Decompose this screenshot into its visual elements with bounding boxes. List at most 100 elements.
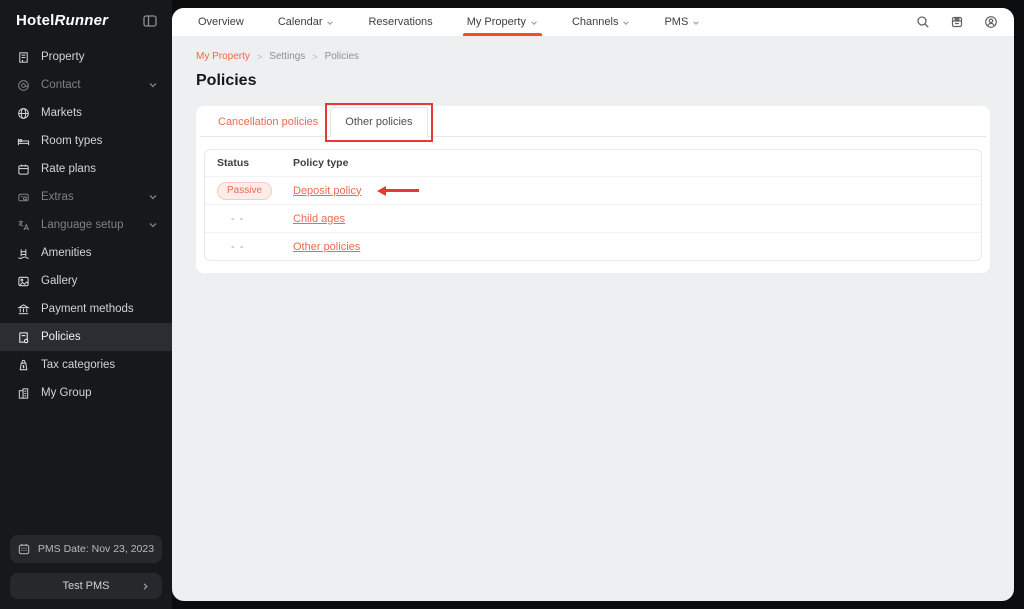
tab-pms[interactable]: PMS xyxy=(654,8,710,36)
tab-calendar[interactable]: Calendar xyxy=(268,8,345,36)
chevron-down-icon xyxy=(148,192,158,202)
account-icon[interactable] xyxy=(984,15,998,29)
policies-card: Cancellation policies Other policies Sta… xyxy=(196,106,990,273)
image-icon xyxy=(16,274,30,288)
sidebar-item-label: Extras xyxy=(41,191,148,203)
sidebar-nav: Property Contact Markets Room types Rate… xyxy=(0,43,172,407)
sidebar-item-extras[interactable]: Extras xyxy=(0,183,172,211)
sidebar-item-label: Room types xyxy=(41,135,158,147)
breadcrumb-policies: Policies xyxy=(325,51,359,62)
sidebar-item-label: Property xyxy=(41,51,158,63)
child-ages-link[interactable]: Child ages xyxy=(293,213,345,225)
pms-date-label: PMS Date: Nov 23, 2023 xyxy=(38,543,154,555)
arrow-head xyxy=(377,186,386,196)
breadcrumb: My Property > Settings > Policies xyxy=(196,51,990,62)
test-pms-button[interactable]: Test PMS xyxy=(10,573,162,599)
top-navigation: Overview Calendar Reservations My Proper… xyxy=(172,8,1014,37)
sidebar-item-language-setup[interactable]: Language setup xyxy=(0,211,172,239)
calendar-rate-icon xyxy=(16,162,30,176)
search-icon[interactable] xyxy=(916,15,930,29)
sidebar-footer: PMS Date: Nov 23, 2023 Test PMS xyxy=(10,535,162,599)
sidebar-item-contact[interactable]: Contact xyxy=(0,71,172,99)
main-panel: Overview Calendar Reservations My Proper… xyxy=(172,8,1014,601)
tab-label: Reservations xyxy=(368,16,432,28)
sidebar-item-label: Amenities xyxy=(41,247,158,259)
deposit-policy-link[interactable]: Deposit policy xyxy=(293,185,361,197)
pos-device-icon[interactable] xyxy=(950,15,964,29)
tab-reservations[interactable]: Reservations xyxy=(358,8,442,36)
sidebar-item-policies[interactable]: Policies xyxy=(0,323,172,351)
tab-label: PMS xyxy=(664,16,688,28)
sidebar-item-label: Markets xyxy=(41,107,158,119)
arrow-tail xyxy=(386,189,419,192)
tab-label: Channels xyxy=(572,16,618,28)
sidebar-item-payment-methods[interactable]: Payment methods xyxy=(0,295,172,323)
sidebar-item-label: Gallery xyxy=(41,275,158,287)
status-badge: Passive xyxy=(217,182,272,200)
tax-bag-icon xyxy=(16,358,30,372)
sidebar-header: HotelRunner xyxy=(0,0,172,39)
sidebar-item-label: Language setup xyxy=(41,219,148,231)
tab-channels[interactable]: Channels xyxy=(562,8,640,36)
tab-other-policies[interactable]: Other policies xyxy=(330,107,427,137)
sidebar-item-markets[interactable]: Markets xyxy=(0,99,172,127)
tab-cancellation-policies[interactable]: Cancellation policies xyxy=(206,108,330,136)
translate-icon xyxy=(16,218,30,232)
table-row: - - Other policies xyxy=(205,232,981,260)
status-cell: - - xyxy=(205,213,281,225)
breadcrumb-separator: > xyxy=(312,52,317,62)
chevron-down-icon xyxy=(622,18,630,26)
page-title: Policies xyxy=(196,72,990,90)
sidebar-item-label: Contact xyxy=(41,79,148,91)
chevron-down-icon xyxy=(148,80,158,90)
policy-cell: Child ages xyxy=(281,213,981,225)
globe-icon xyxy=(16,106,30,120)
building-icon xyxy=(16,50,30,64)
red-annotation-arrow xyxy=(377,186,419,196)
sidebar-item-room-types[interactable]: Room types xyxy=(0,127,172,155)
policy-cell: Other policies xyxy=(281,241,981,253)
policies-table: Status Policy type Passive Deposit polic… xyxy=(204,149,982,261)
sidebar-item-gallery[interactable]: Gallery xyxy=(0,267,172,295)
topnav-actions xyxy=(916,15,998,29)
policies-tabbar: Cancellation policies Other policies xyxy=(200,106,986,137)
sidebar-collapse-icon[interactable] xyxy=(142,13,158,29)
buildings-icon xyxy=(16,386,30,400)
sidebar-item-my-group[interactable]: My Group xyxy=(0,379,172,407)
chevron-down-icon xyxy=(692,18,700,26)
sidebar-item-label: Policies xyxy=(41,331,158,343)
tab-label: Overview xyxy=(198,16,244,28)
bed-icon xyxy=(16,134,30,148)
tab-my-property[interactable]: My Property xyxy=(457,8,548,36)
hotelrunner-logo: HotelRunner xyxy=(16,12,108,29)
sidebar-item-tax-categories[interactable]: Tax categories xyxy=(0,351,172,379)
tab-other-policies-wrap: Other policies xyxy=(330,107,427,136)
sidebar-item-rate-plans[interactable]: Rate plans xyxy=(0,155,172,183)
breadcrumb-settings[interactable]: Settings xyxy=(269,51,305,62)
tab-overview[interactable]: Overview xyxy=(188,8,254,36)
table-row: Passive Deposit policy xyxy=(205,176,981,204)
pool-icon xyxy=(16,246,30,260)
breadcrumb-separator: > xyxy=(257,52,262,62)
other-policies-link[interactable]: Other policies xyxy=(293,241,360,253)
policy-cell: Deposit policy xyxy=(281,185,981,197)
status-cell: Passive xyxy=(205,182,281,200)
column-header-policy-type: Policy type xyxy=(281,157,981,169)
sidebar-item-label: Tax categories xyxy=(41,359,158,371)
sidebar-item-property[interactable]: Property xyxy=(0,43,172,71)
breadcrumb-my-property[interactable]: My Property xyxy=(196,51,250,62)
policy-document-icon xyxy=(16,330,30,344)
at-sign-icon xyxy=(16,78,30,92)
table-row: - - Child ages xyxy=(205,204,981,232)
ticket-icon xyxy=(16,190,30,204)
sidebar-item-amenities[interactable]: Amenities xyxy=(0,239,172,267)
chevron-down-icon xyxy=(530,18,538,26)
pms-date-chip[interactable]: PMS Date: Nov 23, 2023 xyxy=(10,535,162,563)
chevron-right-icon xyxy=(141,582,150,591)
chevron-down-icon xyxy=(148,220,158,230)
status-empty: - - xyxy=(217,241,244,253)
page-content: My Property > Settings > Policies Polici… xyxy=(172,37,1014,273)
status-empty: - - xyxy=(217,213,244,225)
tab-label: My Property xyxy=(467,16,526,28)
logo-part-1: Hotel xyxy=(16,12,55,29)
